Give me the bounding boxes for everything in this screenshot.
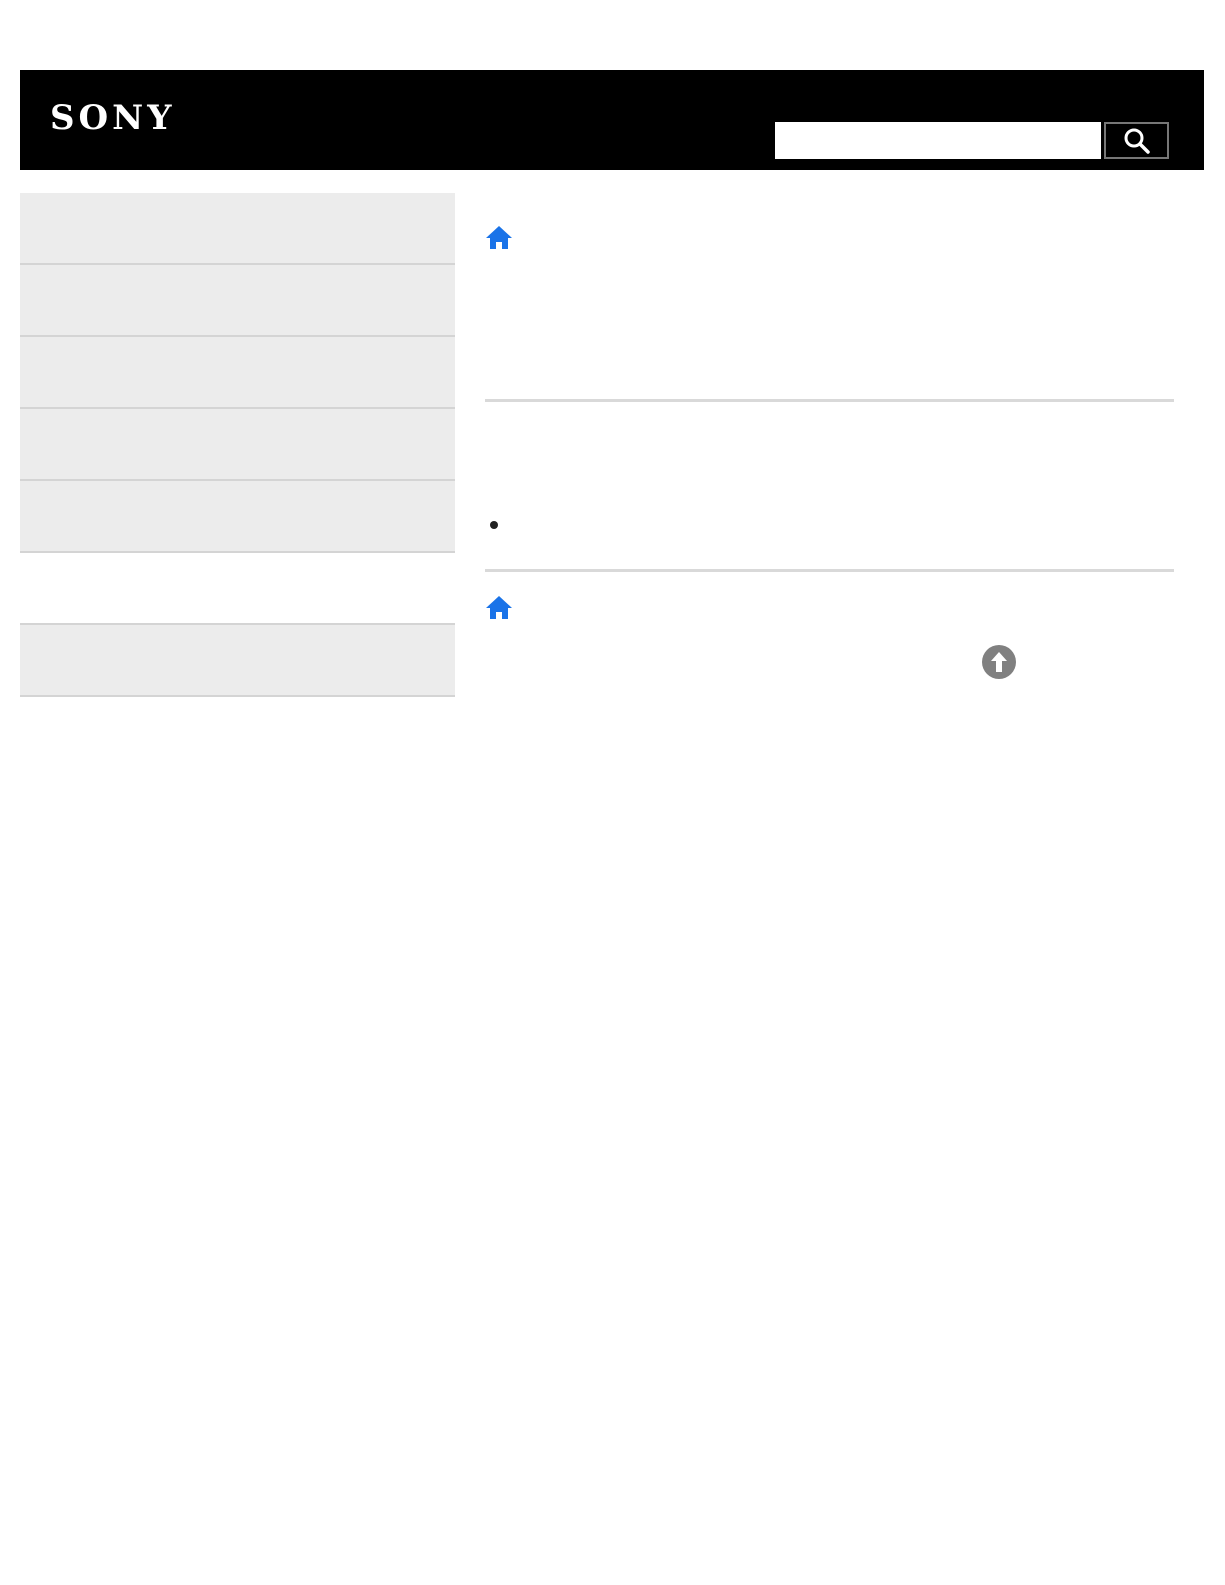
search-button[interactable] — [1104, 122, 1169, 159]
sidebar-item-3[interactable] — [20, 337, 455, 409]
main-content — [485, 193, 1174, 713]
sidebar-item-6 — [20, 553, 455, 625]
section-divider — [485, 399, 1174, 402]
sony-logo[interactable]: SONY — [50, 98, 176, 138]
search-icon — [1124, 128, 1150, 154]
back-to-top-button[interactable] — [982, 645, 1016, 679]
arrow-up-circle-icon — [982, 645, 1016, 679]
sidebar-item-4[interactable] — [20, 409, 455, 481]
bullet-point — [490, 521, 498, 529]
sidebar-item-1[interactable] — [20, 193, 455, 265]
home-link-bottom[interactable] — [485, 593, 513, 621]
section-divider — [485, 569, 1174, 572]
site-header: SONY — [20, 70, 1204, 170]
sidebar-item-5[interactable] — [20, 481, 455, 553]
sidebar-item-7[interactable] — [20, 625, 455, 697]
home-link-top[interactable] — [485, 223, 513, 251]
sidebar-nav — [20, 193, 455, 697]
search-input[interactable] — [775, 122, 1101, 159]
home-icon — [486, 596, 512, 619]
home-icon — [486, 226, 512, 249]
sidebar-item-2[interactable] — [20, 265, 455, 337]
